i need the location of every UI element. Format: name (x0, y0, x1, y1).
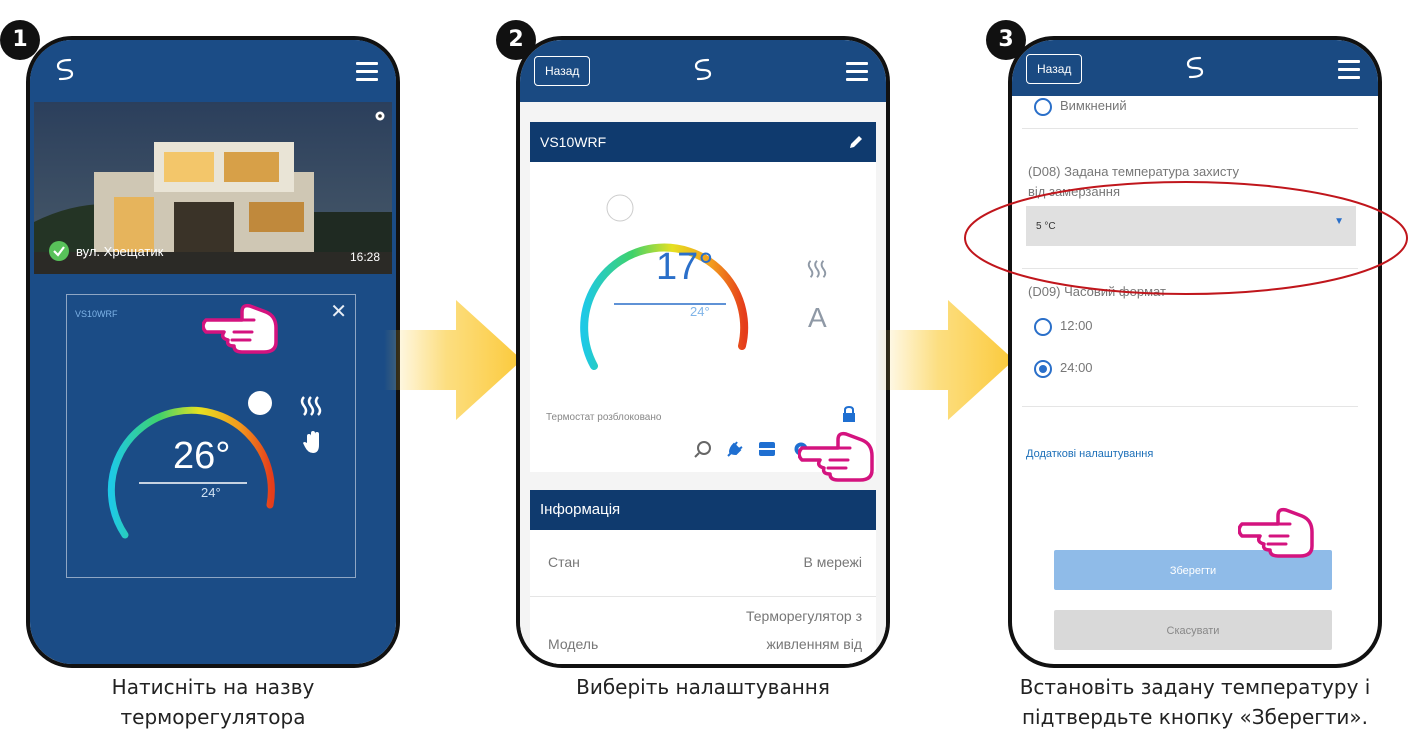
divider (530, 596, 876, 597)
phone-screen-1: вул. Хрещатик 16:28 VS10WRF ✕ 26° 24° (26, 36, 400, 668)
pencil-icon[interactable] (848, 134, 864, 150)
more-settings-link[interactable]: Додаткові налаштування (1026, 448, 1153, 460)
mode-auto-icon: A (808, 302, 827, 333)
option-off-label: Вимкнений (1060, 98, 1127, 113)
divider (1022, 406, 1358, 407)
logo-icon[interactable] (690, 56, 716, 82)
close-icon[interactable]: ✕ (330, 299, 347, 323)
info-header: Інформація (530, 490, 876, 530)
caption-step-2: Виберіть налаштування (516, 672, 890, 702)
state-label: Стан (548, 554, 580, 570)
app-header: Назад (1012, 40, 1378, 96)
dial-knob[interactable] (606, 194, 634, 222)
current-temperature: 26° (173, 435, 231, 477)
caption-step-1: Натисніть на назву терморегулятора (26, 672, 400, 732)
back-button[interactable]: Назад (534, 56, 591, 86)
back-button[interactable]: Назад (1026, 54, 1083, 84)
set-temperature: 24° (201, 485, 221, 500)
option-24-label: 24:00 (1060, 360, 1093, 375)
info-card: Інформація Стан В мережі Терморегулятор … (530, 490, 876, 664)
state-value: В мережі (803, 554, 862, 570)
current-temperature: 17° (656, 246, 714, 288)
model-value: живленням від (766, 636, 862, 652)
cancel-label: Скасувати (1166, 625, 1220, 637)
radio-off[interactable] (1034, 98, 1052, 116)
device-name: VS10WRF (540, 134, 607, 150)
home-address: вул. Хрещатик (76, 244, 164, 259)
right-arrow-icon (384, 300, 522, 420)
phone-screen-3: Назад Вимкнений (D08) Задана температура… (1008, 36, 1382, 668)
home-photo-card[interactable]: вул. Хрещатик 16:28 (34, 102, 392, 274)
pointing-hand-icon (1238, 502, 1318, 562)
caption-line: терморегулятора (120, 705, 306, 729)
heat-icon (807, 260, 827, 278)
app-header: Назад (520, 40, 886, 102)
save-label: Зберегти (1169, 565, 1217, 577)
phone-screen-2: Назад VS10WRF 17° 24° A Термостат розбло… (516, 36, 890, 668)
status-text: Термостат розблоковано (546, 412, 662, 423)
menu-icon[interactable] (356, 62, 378, 86)
pointing-hand-icon (202, 298, 282, 358)
info-title: Інформація (540, 501, 621, 518)
caption-line: Встановіть задану температуру і (1019, 675, 1371, 699)
caption-line: Виберіть налаштування (576, 675, 830, 699)
logo-icon[interactable] (52, 56, 78, 82)
check-icon (49, 241, 69, 261)
pointing-hand-icon (798, 426, 878, 486)
menu-icon[interactable] (846, 62, 868, 86)
d08-label: (D08) Задана температура захисту (1028, 164, 1240, 179)
caption-line: Натисніть на назву (111, 675, 315, 699)
zoom-icon[interactable] (694, 440, 712, 458)
home-time: 16:28 (349, 250, 380, 264)
dial-knob[interactable] (248, 391, 272, 415)
option-12-label: 12:00 (1060, 318, 1093, 333)
radio-12h[interactable] (1034, 318, 1052, 336)
highlight-ellipse (964, 181, 1408, 295)
cancel-button[interactable]: Скасувати (1054, 610, 1332, 650)
caption-step-3: Встановіть задану температуру і підтверд… (1008, 672, 1382, 732)
gear-icon[interactable] (374, 110, 386, 122)
step-number-badge: 3 (986, 20, 1026, 60)
radio-24h[interactable] (1034, 360, 1052, 378)
model-value: Терморегулятор з (745, 608, 862, 624)
plug-icon[interactable] (726, 440, 744, 458)
set-temperature: 24° (690, 304, 710, 319)
device-card: VS10WRF 17° 24° A Термостат розблоковано (530, 122, 876, 472)
model-label: Модель (548, 636, 599, 652)
step-number-badge: 1 (0, 20, 40, 60)
right-arrow-icon (876, 300, 1014, 420)
hand-manual-icon (303, 431, 319, 453)
lock-icon[interactable] (842, 406, 856, 422)
logo-icon[interactable] (1182, 54, 1208, 80)
menu-icon[interactable] (1338, 60, 1360, 84)
device-name-link[interactable]: VS10WRF (75, 309, 118, 319)
divider (1022, 128, 1358, 129)
caption-line: підтвердьте кнопку «Зберегти». (1021, 705, 1368, 729)
thermostat-dial[interactable] (554, 186, 754, 376)
device-card-header: VS10WRF (530, 122, 876, 162)
card-icon[interactable] (758, 440, 776, 458)
app-header (30, 40, 396, 100)
heat-icon (300, 396, 322, 416)
step-number-badge: 2 (496, 20, 536, 60)
